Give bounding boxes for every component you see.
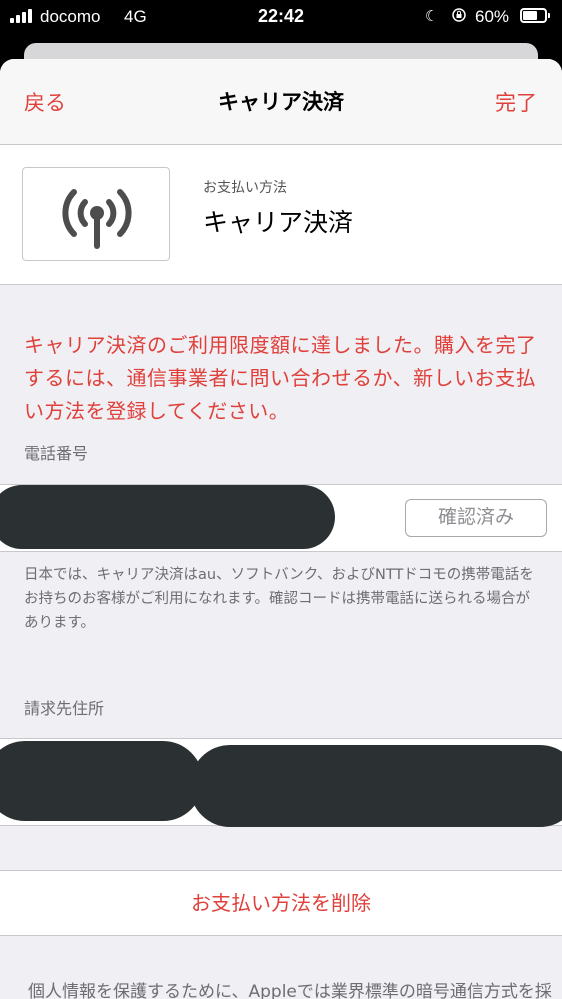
modal-sheet: 戻る キャリア決済 完了 お支払い方法 キャリア決済 キャリア決済のご利用限度額… [0, 59, 562, 999]
billing-address-label: 請求先住所 [24, 699, 105, 718]
redacted-address-part-2 [190, 745, 562, 827]
payment-method-name: キャリア決済 [203, 208, 354, 237]
delete-payment-method-button[interactable]: お支払い方法を削除 [0, 870, 562, 936]
redacted-address-part-1 [0, 741, 203, 821]
status-bar: docomo 4G 22:42 ☾ 60% [0, 0, 562, 34]
redacted-phone-number [0, 485, 335, 549]
phone-number-label: 電話番号 [24, 444, 89, 463]
payment-method-icon-box [22, 167, 170, 261]
verified-badge: 確認済み [405, 499, 547, 537]
payment-method-row: お支払い方法 キャリア決済 [0, 145, 562, 285]
moon-icon: ☾ [425, 8, 439, 25]
limit-error-message: キャリア決済のご利用限度額に達しました。購入を完了するには、通信事業者に問い合わ… [24, 333, 537, 423]
rotation-lock-icon [452, 8, 466, 22]
navigation-bar: 戻る キャリア決済 完了 [0, 59, 562, 145]
page-title: キャリア決済 [218, 90, 344, 114]
billing-address-row[interactable] [0, 738, 562, 827]
privacy-footer-text: 個人情報を保護するために、Appleでは業界標準の暗号通信方式を採 [28, 982, 552, 999]
phone-number-row: 確認済み [0, 484, 562, 552]
payment-method-caption: お支払い方法 [203, 180, 287, 196]
battery-percent: 60% [475, 7, 510, 26]
battery-tip [548, 13, 550, 18]
battery-icon [520, 8, 547, 23]
done-button[interactable]: 完了 [495, 87, 537, 117]
carrier-billing-note: 日本では、キャリア決済はau、ソフトバンク、およびNTTドコモの携帯電話をお持ち… [24, 567, 534, 631]
antenna-icon [62, 189, 132, 249]
